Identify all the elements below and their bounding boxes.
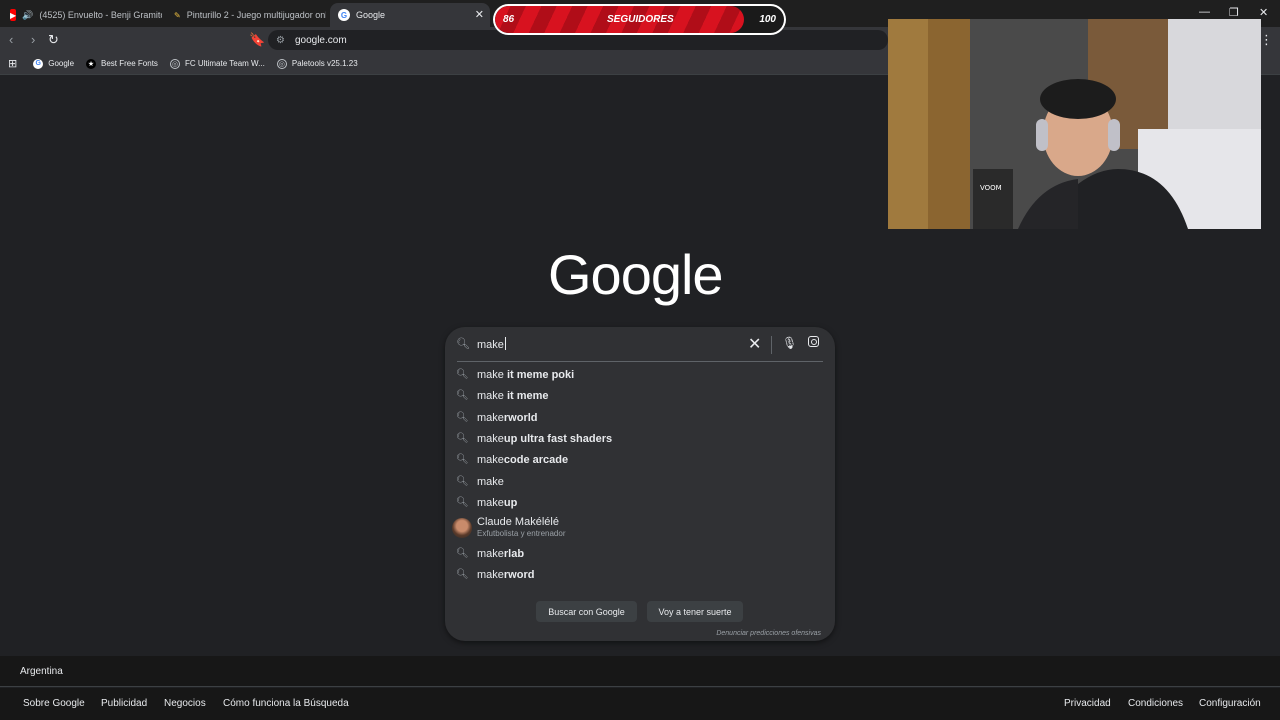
person-subtitle: Exfutbolista y entrenador (477, 529, 566, 538)
reload-icon[interactable]: ↻ (48, 32, 59, 48)
bookmark-icon[interactable]: 🔖 (249, 32, 265, 48)
footer-link-settings[interactable]: Configuración (1199, 698, 1261, 709)
bookmark-google[interactable]: G Google (33, 58, 75, 69)
search-icon: 🔍︎ (456, 390, 469, 401)
person-name: Claude Makélélé (477, 516, 559, 528)
footer-link-about[interactable]: Sobre Google (23, 698, 85, 709)
bookmark-label: Paletools v25.1.23 (291, 59, 358, 68)
camera-lens-icon[interactable] (808, 336, 819, 350)
apps-grid-icon[interactable]: ⊞ (8, 57, 17, 70)
tab-label: Pinturillo 2 - Juego multijugador online (186, 10, 326, 20)
star-icon: ★ (86, 58, 97, 69)
followers-goal: 100 (759, 14, 776, 25)
close-tab-icon[interactable]: ✕ (475, 8, 484, 21)
footer-country: Argentina (0, 656, 1280, 687)
webcam-image: VOOM (888, 19, 1261, 229)
youtube-icon: ▶ (10, 9, 17, 21)
suggestion-item[interactable]: 🔍︎ make it meme poki (445, 364, 835, 385)
search-dropdown: 🔍︎ make ✕ 🎙︎ 🔍︎ make it meme poki 🔍︎ mak… (445, 327, 835, 641)
tab-pinturillo[interactable]: ✎ Pinturillo 2 - Juego multijugador onli… (166, 3, 326, 27)
search-icon: 🔍︎ (456, 338, 470, 350)
microphone-icon[interactable]: 🎙︎ (782, 336, 797, 350)
clear-icon[interactable]: ✕ (748, 334, 761, 354)
search-icon: 🔍︎ (456, 369, 469, 380)
search-query: make (477, 339, 504, 351)
text-caret (504, 337, 506, 350)
google-logo: Google (548, 243, 724, 306)
search-icon: 🔍︎ (456, 497, 469, 508)
search-input[interactable]: 🔍︎ make ✕ 🎙︎ (445, 327, 835, 361)
bookmark-label: FC Ultimate Team W... (184, 59, 265, 68)
bookmark-fc-ultimate-team[interactable]: ◎ FC Ultimate Team W... (169, 58, 265, 69)
search-icon: 🔍︎ (456, 433, 469, 444)
footer-link-how-search-works[interactable]: Cómo funciona la Búsqueda (223, 698, 349, 709)
search-icon: 🔍︎ (456, 412, 469, 423)
tab-label: Google (356, 10, 386, 20)
suggestion-item[interactable]: 🔍︎ makeup ultra fast shaders (445, 428, 835, 449)
webcam-feed: VOOM (888, 19, 1261, 229)
avatar (452, 518, 472, 538)
feeling-lucky-button[interactable]: Voy a tener suerte (647, 601, 743, 622)
followers-goal-overlay: 86 SEGUIDORES 100 (493, 4, 786, 35)
tab-google[interactable]: G Google ✕ (330, 3, 490, 27)
search-icon: 🔍︎ (456, 476, 469, 487)
followers-current: 86 (503, 14, 515, 25)
suggestion-item[interactable]: 🔍︎ makerworld (445, 407, 835, 428)
bookmark-best-free-fonts[interactable]: ★ Best Free Fonts (86, 58, 158, 69)
suggestion-person[interactable]: Claude Makélélé Exfutbolista y entrenado… (445, 514, 835, 542)
footer-link-business[interactable]: Negocios (164, 698, 206, 709)
google-icon: G (33, 58, 44, 69)
google-search-button[interactable]: Buscar con Google (536, 601, 637, 622)
suggestion-item[interactable]: 🔍︎ make (445, 471, 835, 492)
bookmark-paletools[interactable]: ◎ Paletools v25.1.23 (276, 58, 358, 69)
search-icon: 🔍︎ (456, 454, 469, 465)
minimize-icon[interactable]: — (1199, 6, 1210, 18)
bookmark-label: Best Free Fonts (101, 59, 158, 68)
suggestion-item[interactable]: 🔍︎ makeup (445, 492, 835, 513)
url-text: google.com (294, 34, 347, 46)
footer-links: Sobre Google Publicidad Negocios Cómo fu… (0, 688, 1280, 720)
footer-link-terms[interactable]: Condiciones (1128, 698, 1183, 709)
close-window-icon[interactable]: ✕ (1259, 6, 1268, 19)
search-icon: 🔍︎ (456, 548, 469, 559)
back-icon[interactable]: ‹ (9, 32, 13, 47)
tab-youtube[interactable]: ▶ 🔊 (4525) Envuelto - Benji Gramitos (2, 3, 162, 27)
divider (771, 336, 772, 354)
globe-icon: ◎ (276, 58, 287, 69)
suggestion-item[interactable]: 🔍︎ makerlab (445, 543, 835, 564)
suggestion-item[interactable]: 🔍︎ makecode arcade (445, 449, 835, 470)
divider (457, 361, 823, 362)
tab-label: (4525) Envuelto - Benji Gramitos (39, 10, 162, 20)
globe-icon: ◎ (169, 58, 180, 69)
pencil-icon: ✎ (174, 10, 181, 20)
suggestion-item[interactable]: 🔍︎ make it meme (445, 385, 835, 406)
report-predictions-link[interactable]: Denunciar predicciones ofensivas (716, 630, 821, 637)
forward-icon[interactable]: › (31, 32, 35, 47)
country-label: Argentina (20, 666, 63, 677)
menu-icon[interactable]: ⋮ (1260, 32, 1273, 48)
footer-link-advertising[interactable]: Publicidad (101, 698, 147, 709)
footer-link-privacy[interactable]: Privacidad (1064, 698, 1111, 709)
bookmark-label: Google (48, 59, 75, 68)
search-icon: 🔍︎ (456, 569, 469, 580)
speaker-icon[interactable]: 🔊 (22, 10, 33, 21)
followers-label: SEGUIDORES (607, 14, 674, 25)
restore-icon[interactable]: ❐ (1229, 6, 1239, 19)
webcam-poster-text: VOOM (980, 184, 1002, 192)
site-info-icon[interactable]: ⚙ (276, 35, 285, 46)
suggestion-item[interactable]: 🔍︎ makerword (445, 564, 835, 585)
google-icon: G (338, 9, 350, 21)
